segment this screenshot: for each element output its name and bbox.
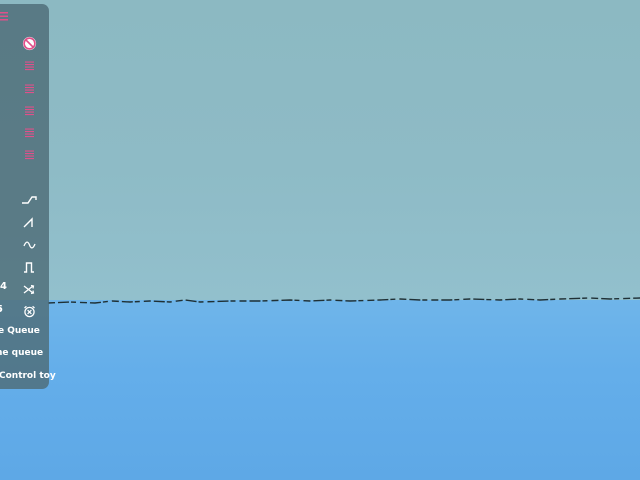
list-icon[interactable] <box>23 83 35 95</box>
no-entry-icon[interactable] <box>21 35 37 51</box>
control-toy-button[interactable]: Control toy <box>0 371 56 381</box>
sawtooth-wave-icon[interactable] <box>21 215 37 229</box>
list-icon[interactable] <box>23 149 35 161</box>
square-wave-icon[interactable] <box>21 260 37 274</box>
ramp-wave-icon[interactable] <box>20 193 38 207</box>
shuffle-icon[interactable] <box>21 282 37 296</box>
list-icon[interactable] <box>23 127 35 139</box>
hamburger-icon[interactable] <box>0 10 10 22</box>
control-panel: 4 5 e Queue ne queue Control toy <box>0 4 56 389</box>
sky <box>0 0 640 304</box>
water <box>0 300 640 480</box>
list-icon[interactable] <box>23 60 35 72</box>
shoreline <box>47 297 640 304</box>
value-top: 4 <box>0 281 7 292</box>
game-scene: 4 5 e Queue ne queue Control toy <box>0 0 640 480</box>
list-icon[interactable] <box>23 105 35 117</box>
sine-wave-icon[interactable] <box>21 238 37 252</box>
value-bottom: 5 <box>0 304 3 315</box>
queue-button-b[interactable]: ne queue <box>0 348 43 358</box>
alarm-clock-icon[interactable] <box>21 303 37 319</box>
queue-button-a[interactable]: e Queue <box>0 326 40 336</box>
